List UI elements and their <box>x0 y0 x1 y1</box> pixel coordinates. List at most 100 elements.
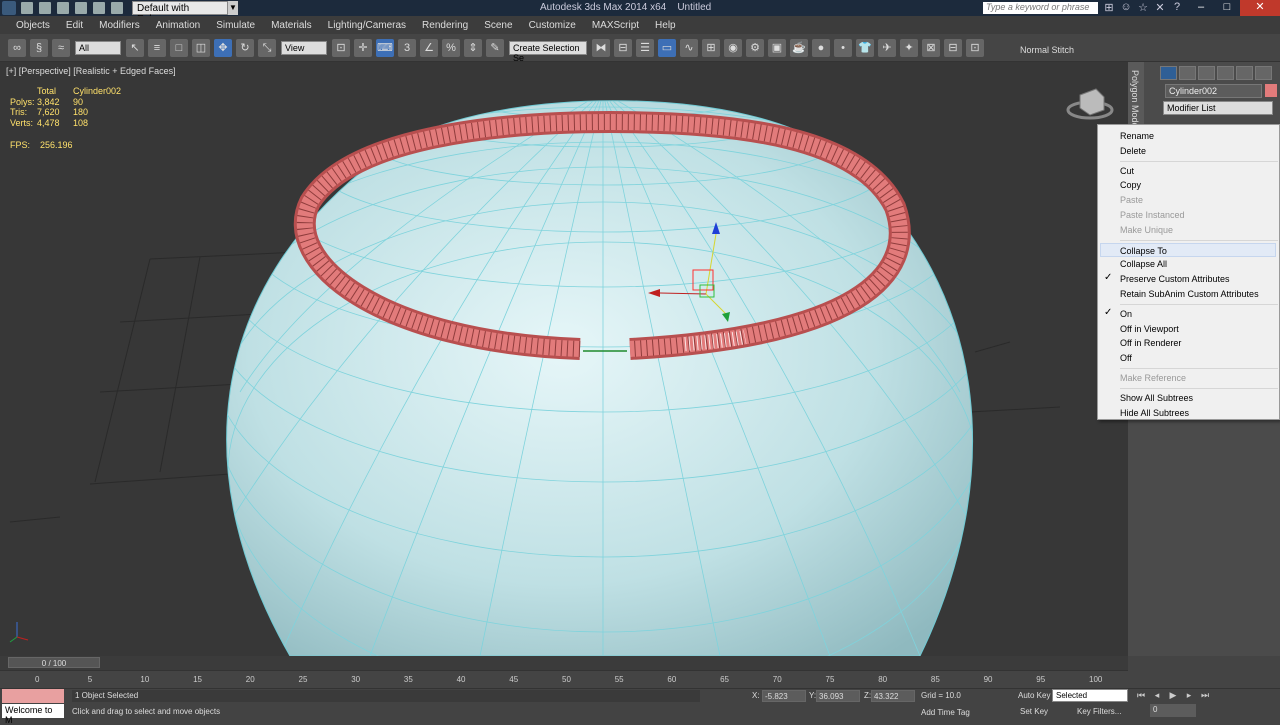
normal-stitch-label[interactable]: Normal Stitch <box>1020 45 1074 55</box>
stitch-icon[interactable]: ⊡ <box>966 38 984 57</box>
unwrap-icon[interactable]: ⊟ <box>944 38 962 57</box>
modify-tab-icon[interactable] <box>1179 66 1196 80</box>
select-scale-icon[interactable]: ⤡ <box>258 38 276 57</box>
pivot-center-icon[interactable]: ⊡ <box>332 38 350 57</box>
ribbon-toggle-icon[interactable]: ▭ <box>658 38 676 57</box>
app-logo-icon[interactable] <box>2 1 16 15</box>
shirt-icon[interactable]: 👕 <box>856 38 874 57</box>
select-object-icon[interactable]: ↖ <box>126 38 144 57</box>
help-icon[interactable]: ? <box>1170 1 1184 15</box>
curve-editor-icon[interactable]: ∿ <box>680 38 698 57</box>
binoculars-icon[interactable]: ⊞ <box>1102 1 1116 15</box>
new-file-icon[interactable] <box>21 2 33 14</box>
close-icon[interactable]: ✕ <box>1240 0 1280 16</box>
time-slider[interactable]: 0 / 100 <box>8 657 100 668</box>
snaps-toggle-icon[interactable]: 3 <box>398 38 416 57</box>
perspective-viewport[interactable]: [+] [Perspective] [Realistic + Edged Fac… <box>0 62 1128 656</box>
viewport-label[interactable]: [+] [Perspective] [Realistic + Edged Fac… <box>6 66 176 76</box>
auto-key-button[interactable]: Auto Key <box>1018 691 1050 700</box>
workspace-dropdown[interactable]: Default with Enhance <box>132 1 228 25</box>
display-tab-icon[interactable] <box>1236 66 1253 80</box>
point-icon[interactable]: • <box>834 38 852 57</box>
rect-region-icon[interactable]: □ <box>170 38 188 57</box>
menu-item-maxscript[interactable]: MAXScript <box>592 20 639 31</box>
menu-item-animation[interactable]: Animation <box>156 20 200 31</box>
context-item-show-all-subtrees[interactable]: Show All Subtrees <box>1120 391 1278 405</box>
hierarchy-tab-icon[interactable] <box>1198 66 1215 80</box>
select-manipulate-icon[interactable]: ✛ <box>354 38 372 57</box>
play-icon[interactable]: ▶ <box>1166 690 1180 702</box>
y-coord-field[interactable]: 36.093 <box>816 690 860 702</box>
angle-snap-icon[interactable]: ∠ <box>420 38 438 57</box>
modifier-list-dropdown[interactable]: Modifier List <box>1163 101 1273 115</box>
context-item-off-in-viewport[interactable]: Off in Viewport <box>1120 322 1278 336</box>
sparkle-icon[interactable]: ✦ <box>900 38 918 57</box>
object-color-swatch[interactable] <box>1265 84 1277 97</box>
motion-tab-icon[interactable] <box>1217 66 1234 80</box>
menu-item-simulate[interactable]: Simulate <box>216 20 255 31</box>
exchange-icon[interactable]: ✕ <box>1153 1 1167 15</box>
next-frame-icon[interactable]: ▸ <box>1182 690 1196 702</box>
go-to-end-icon[interactable]: ⏭ <box>1198 690 1212 702</box>
search-input[interactable]: Type a keyword or phrase <box>983 2 1098 14</box>
render-production-icon[interactable]: ☕ <box>790 38 808 57</box>
context-item-hide-all-subtrees[interactable]: Hide All Subtrees <box>1120 406 1278 420</box>
material-editor-icon[interactable]: ◉ <box>724 38 742 57</box>
chevron-down-icon[interactable]: ▼ <box>228 1 238 15</box>
key-mode-dropdown[interactable]: Selected <box>1052 689 1128 702</box>
menu-item-objects[interactable]: Objects <box>16 20 50 31</box>
named-selection-dropdown[interactable]: Create Selection Se <box>509 40 587 63</box>
graphite-tool-icon[interactable]: ✈ <box>878 38 896 57</box>
utilities-tab-icon[interactable] <box>1255 66 1272 80</box>
context-item-copy[interactable]: Copy <box>1120 178 1278 192</box>
key-filters-button[interactable]: Key Filters... <box>1077 707 1121 716</box>
select-by-name-icon[interactable]: ≡ <box>148 38 166 57</box>
window-crossing-icon[interactable]: ◫ <box>192 38 210 57</box>
select-rotate-icon[interactable]: ↻ <box>236 38 254 57</box>
percent-snap-icon[interactable]: % <box>442 38 460 57</box>
edit-named-sets-icon[interactable]: ✎ <box>486 38 504 57</box>
object-name-field[interactable]: Cylinder002 <box>1165 84 1262 98</box>
star-icon[interactable]: ☆ <box>1136 1 1150 15</box>
bind-space-warp-icon[interactable]: ≈ <box>52 38 70 57</box>
viewcube[interactable] <box>1066 88 1114 120</box>
select-move-icon[interactable]: ✥ <box>214 38 232 57</box>
menu-item-scene[interactable]: Scene <box>484 20 512 31</box>
context-item-collapse-to[interactable]: Collapse To <box>1100 242 1276 257</box>
minimize-icon[interactable]: – <box>1188 0 1214 16</box>
save-file-icon[interactable] <box>57 2 69 14</box>
create-tab-icon[interactable] <box>1160 66 1177 80</box>
menu-item-modifiers[interactable]: Modifiers <box>99 20 140 31</box>
context-item-retain-subanim-custom-attributes[interactable]: Retain SubAnim Custom Attributes <box>1120 287 1278 301</box>
open-file-icon[interactable] <box>39 2 51 14</box>
mirror-icon[interactable]: ⧓ <box>592 38 610 57</box>
menu-item-help[interactable]: Help <box>655 20 676 31</box>
rendered-frame-icon[interactable]: ▣ <box>768 38 786 57</box>
link-icon[interactable]: ∞ <box>8 38 26 57</box>
context-item-off-in-renderer[interactable]: Off in Renderer <box>1120 336 1278 350</box>
set-key-button[interactable]: Set Key <box>1020 707 1048 716</box>
x-coord-field[interactable]: -5.823 <box>762 690 806 702</box>
z-coord-field[interactable]: 43.322 <box>871 690 915 702</box>
undo-icon[interactable] <box>75 2 87 14</box>
context-item-on[interactable]: On <box>1120 307 1278 321</box>
schematic-view-icon[interactable]: ⊞ <box>702 38 720 57</box>
unlink-icon[interactable]: § <box>30 38 48 57</box>
time-slider-bar[interactable] <box>0 656 1128 670</box>
menu-item-edit[interactable]: Edit <box>66 20 83 31</box>
sphere-primitive-icon[interactable]: ● <box>812 38 830 57</box>
maxscript-listener-mini[interactable] <box>2 689 64 703</box>
viewport-scene[interactable] <box>0 62 1128 656</box>
menu-item-lighting-cameras[interactable]: Lighting/Cameras <box>328 20 406 31</box>
spinner-snap-icon[interactable]: ⇕ <box>464 38 482 57</box>
context-item-preserve-custom-attributes[interactable]: Preserve Custom Attributes <box>1120 272 1278 286</box>
menu-item-materials[interactable]: Materials <box>271 20 312 31</box>
render-setup-icon[interactable]: ⚙ <box>746 38 764 57</box>
previous-frame-icon[interactable]: ◂ <box>1150 690 1164 702</box>
selection-filter-dropdown[interactable]: All <box>75 40 121 55</box>
redo-icon[interactable] <box>93 2 105 14</box>
context-item-delete[interactable]: Delete <box>1120 144 1278 158</box>
align-icon[interactable]: ⊟ <box>614 38 632 57</box>
context-item-rename[interactable]: Rename <box>1120 129 1278 143</box>
maximize-icon[interactable]: □ <box>1214 0 1240 16</box>
